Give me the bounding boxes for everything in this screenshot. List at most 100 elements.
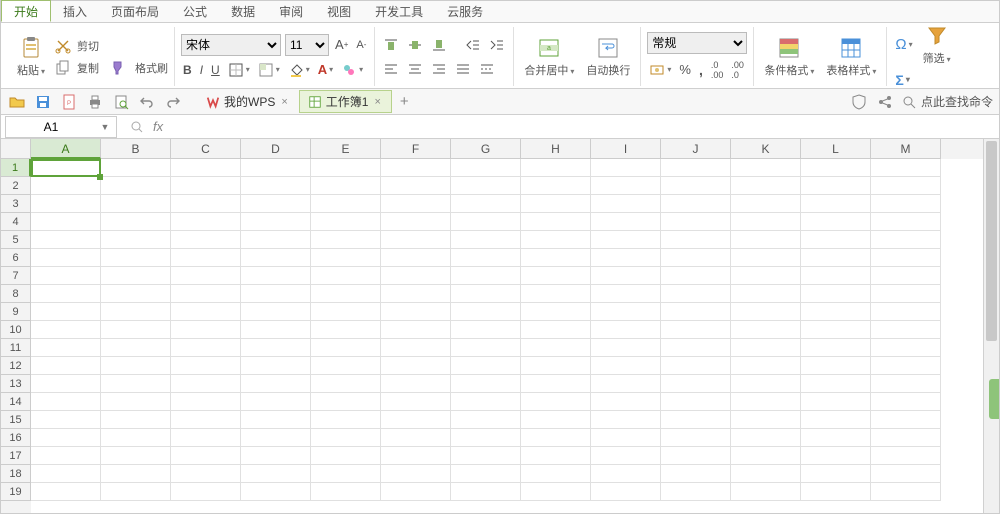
- paste-button[interactable]: 粘贴: [13, 36, 49, 78]
- cell-H13[interactable]: [521, 375, 591, 393]
- menu-tab-2[interactable]: 页面布局: [99, 1, 171, 22]
- cell-J11[interactable]: [661, 339, 731, 357]
- cell-F12[interactable]: [381, 357, 451, 375]
- cell-C10[interactable]: [171, 321, 241, 339]
- cell-E12[interactable]: [311, 357, 381, 375]
- close-tab-button[interactable]: ×: [279, 96, 289, 108]
- row-header-12[interactable]: 12: [1, 357, 31, 375]
- decrease-font-button[interactable]: A-: [354, 37, 368, 53]
- decrease-decimal-button[interactable]: .00.0: [729, 58, 746, 82]
- new-tab-button[interactable]: +: [398, 91, 411, 112]
- cell-M8[interactable]: [871, 285, 941, 303]
- redo-button[interactable]: [163, 92, 183, 112]
- cell-C19[interactable]: [171, 483, 241, 501]
- cell-J3[interactable]: [661, 195, 731, 213]
- cell-A5[interactable]: [31, 231, 101, 249]
- row-header-9[interactable]: 9: [1, 303, 31, 321]
- cells-area[interactable]: [31, 159, 983, 513]
- border-button[interactable]: [226, 60, 252, 80]
- cell-I4[interactable]: [591, 213, 661, 231]
- cell-G16[interactable]: [451, 429, 521, 447]
- cell-M9[interactable]: [871, 303, 941, 321]
- cell-J8[interactable]: [661, 285, 731, 303]
- cell-A6[interactable]: [31, 249, 101, 267]
- cell-M13[interactable]: [871, 375, 941, 393]
- print-preview-button[interactable]: [111, 92, 131, 112]
- increase-font-button[interactable]: A+: [333, 35, 350, 54]
- cell-J5[interactable]: [661, 231, 731, 249]
- cell-G13[interactable]: [451, 375, 521, 393]
- font-color-button[interactable]: A: [316, 60, 335, 79]
- cell-L19[interactable]: [801, 483, 871, 501]
- cell-B10[interactable]: [101, 321, 171, 339]
- cell-E11[interactable]: [311, 339, 381, 357]
- cell-E5[interactable]: [311, 231, 381, 249]
- row-header-7[interactable]: 7: [1, 267, 31, 285]
- cell-C18[interactable]: [171, 465, 241, 483]
- name-box-dropdown[interactable]: ▼: [96, 122, 114, 132]
- cell-M15[interactable]: [871, 411, 941, 429]
- cell-C9[interactable]: [171, 303, 241, 321]
- cell-D13[interactable]: [241, 375, 311, 393]
- cell-E6[interactable]: [311, 249, 381, 267]
- cell-H11[interactable]: [521, 339, 591, 357]
- cell-D6[interactable]: [241, 249, 311, 267]
- cell-G14[interactable]: [451, 393, 521, 411]
- cell-E4[interactable]: [311, 213, 381, 231]
- cell-B19[interactable]: [101, 483, 171, 501]
- cell-B4[interactable]: [101, 213, 171, 231]
- cell-H1[interactable]: [521, 159, 591, 177]
- doc-tab-0[interactable]: 我的WPS×: [197, 90, 299, 113]
- cell-M18[interactable]: [871, 465, 941, 483]
- cell-F19[interactable]: [381, 483, 451, 501]
- cell-A12[interactable]: [31, 357, 101, 375]
- cell-E18[interactable]: [311, 465, 381, 483]
- cell-I15[interactable]: [591, 411, 661, 429]
- currency-button[interactable]: [647, 60, 673, 80]
- cell-G19[interactable]: [451, 483, 521, 501]
- cell-J13[interactable]: [661, 375, 731, 393]
- cell-J17[interactable]: [661, 447, 731, 465]
- cell-H3[interactable]: [521, 195, 591, 213]
- col-header-L[interactable]: L: [801, 139, 871, 159]
- align-top-button[interactable]: [381, 35, 401, 55]
- cell-B3[interactable]: [101, 195, 171, 213]
- cell-B18[interactable]: [101, 465, 171, 483]
- cell-A14[interactable]: [31, 393, 101, 411]
- cell-D3[interactable]: [241, 195, 311, 213]
- cell-H8[interactable]: [521, 285, 591, 303]
- cell-D10[interactable]: [241, 321, 311, 339]
- formula-input[interactable]: [169, 116, 999, 138]
- fill-color-button[interactable]: [286, 60, 312, 80]
- menu-tab-4[interactable]: 数据: [219, 1, 267, 22]
- filter-button[interactable]: 筛选: [919, 24, 955, 66]
- cell-A10[interactable]: [31, 321, 101, 339]
- cell-L10[interactable]: [801, 321, 871, 339]
- cell-C7[interactable]: [171, 267, 241, 285]
- cell-D1[interactable]: [241, 159, 311, 177]
- row-header-4[interactable]: 4: [1, 213, 31, 231]
- cell-B6[interactable]: [101, 249, 171, 267]
- cell-L2[interactable]: [801, 177, 871, 195]
- cell-L9[interactable]: [801, 303, 871, 321]
- cell-K7[interactable]: [731, 267, 801, 285]
- font-name-select[interactable]: 宋体: [181, 34, 281, 56]
- cell-I11[interactable]: [591, 339, 661, 357]
- cell-B14[interactable]: [101, 393, 171, 411]
- cell-M5[interactable]: [871, 231, 941, 249]
- cell-D16[interactable]: [241, 429, 311, 447]
- cell-L13[interactable]: [801, 375, 871, 393]
- cell-H2[interactable]: [521, 177, 591, 195]
- col-header-H[interactable]: H: [521, 139, 591, 159]
- cell-style-button[interactable]: [256, 60, 282, 80]
- cell-I14[interactable]: [591, 393, 661, 411]
- cell-J15[interactable]: [661, 411, 731, 429]
- cell-I2[interactable]: [591, 177, 661, 195]
- row-header-16[interactable]: 16: [1, 429, 31, 447]
- cell-L3[interactable]: [801, 195, 871, 213]
- cell-E2[interactable]: [311, 177, 381, 195]
- menu-tab-8[interactable]: 云服务: [435, 1, 495, 22]
- cell-I12[interactable]: [591, 357, 661, 375]
- italic-button[interactable]: I: [198, 61, 205, 79]
- row-header-13[interactable]: 13: [1, 375, 31, 393]
